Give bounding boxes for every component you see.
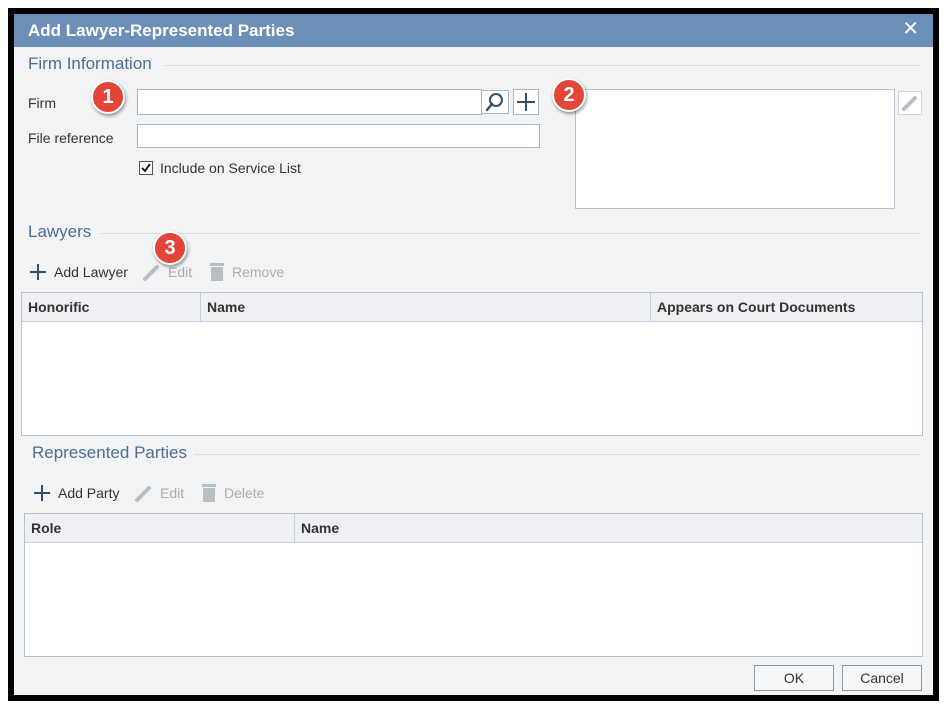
add-lawyer-button[interactable]: Add Lawyer — [28, 262, 128, 282]
remove-lawyer-button[interactable]: Remove — [208, 262, 284, 282]
edit-lawyer-label: Edit — [168, 264, 193, 280]
plus-icon — [30, 264, 46, 280]
add-party-button[interactable]: Add Party — [32, 483, 119, 503]
dialog-title: Add Lawyer-Represented Parties — [28, 21, 295, 40]
section-divider — [100, 233, 919, 234]
title-bar: Add Lawyer-Represented Parties ✕ — [14, 14, 933, 47]
include-service-list-checkbox[interactable] — [139, 161, 153, 175]
trash-icon — [210, 263, 224, 281]
delete-party-label: Delete — [224, 485, 265, 501]
edit-lawyer-button[interactable]: Edit — [142, 262, 192, 282]
column-appears-on-court-documents[interactable]: Appears on Court Documents — [651, 293, 922, 321]
plus-icon — [517, 93, 535, 111]
callout-badge-3: 3 — [153, 231, 187, 265]
add-lawyer-label: Add Lawyer — [54, 264, 128, 280]
section-divider — [164, 65, 919, 66]
section-divider — [194, 454, 919, 455]
close-icon[interactable]: ✕ — [902, 19, 919, 39]
trash-icon — [202, 484, 216, 502]
add-party-label: Add Party — [58, 485, 120, 501]
firm-label: Firm — [28, 95, 56, 111]
callout-badge-2: 2 — [552, 78, 586, 112]
file-reference-label: File reference — [28, 130, 114, 146]
pencil-icon — [143, 265, 159, 281]
checkmark-icon — [141, 163, 151, 173]
edit-firm-details-button[interactable] — [898, 91, 922, 115]
pencil-icon — [902, 96, 917, 111]
column-honorific[interactable]: Honorific — [22, 293, 201, 321]
pencil-icon — [135, 486, 151, 502]
callout-badge-1: 1 — [91, 80, 125, 114]
include-service-list-label[interactable]: Include on Service List — [160, 160, 301, 176]
lawyers-table-header: Honorific Name Appears on Court Document… — [22, 293, 922, 322]
represented-parties-table-header: Role Name — [25, 514, 922, 543]
remove-lawyer-label: Remove — [232, 264, 285, 280]
lawyers-heading: Lawyers — [28, 222, 92, 241]
represented-parties-table[interactable]: Role Name — [24, 513, 923, 657]
edit-party-label: Edit — [160, 485, 185, 501]
ok-button[interactable]: OK — [754, 665, 834, 691]
edit-party-button[interactable]: Edit — [134, 483, 184, 503]
search-icon — [485, 93, 503, 112]
add-firm-button[interactable] — [513, 89, 539, 115]
cancel-button[interactable]: Cancel — [842, 665, 922, 691]
add-lawyer-represented-parties-dialog: Add Lawyer-Represented Parties ✕ Firm In… — [14, 14, 933, 695]
file-reference-input[interactable] — [137, 124, 540, 148]
firm-details-panel — [575, 89, 895, 209]
column-name[interactable]: Name — [201, 293, 651, 321]
firm-information-heading: Firm Information — [28, 54, 152, 73]
column-name[interactable]: Name — [295, 514, 922, 542]
firm-input[interactable] — [137, 89, 482, 115]
delete-party-button[interactable]: Delete — [200, 483, 264, 503]
plus-icon — [34, 485, 50, 501]
column-role[interactable]: Role — [25, 514, 295, 542]
firm-search-button[interactable] — [481, 90, 509, 114]
represented-parties-heading: Represented Parties — [32, 443, 187, 462]
lawyers-table[interactable]: Honorific Name Appears on Court Document… — [21, 292, 923, 436]
